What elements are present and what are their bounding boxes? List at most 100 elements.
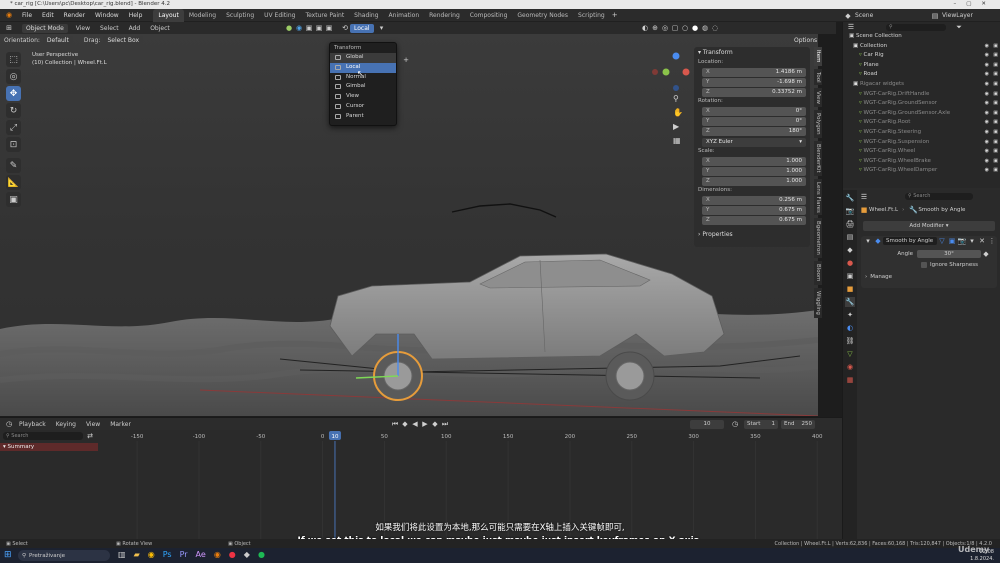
pivot-icon[interactable]: ● [284, 23, 294, 33]
current-frame-field[interactable]: 10 [690, 419, 724, 429]
visibility-eye-icon[interactable]: ◉ [985, 138, 989, 148]
visibility-eye-icon[interactable]: ◉ [985, 99, 989, 109]
orientation-option-parent[interactable]: Parent [330, 112, 396, 122]
dimensions-x-field[interactable]: X 0.256 m [702, 196, 806, 205]
start-frame-field[interactable]: Start 1 [744, 419, 778, 429]
render-camera-icon[interactable]: ▣ [993, 80, 998, 90]
mode-selector[interactable]: Object Mode [22, 23, 68, 33]
data-props-icon[interactable]: ▽ [845, 349, 855, 359]
clock-icon[interactable]: ◷ [730, 419, 740, 429]
visibility-eye-icon[interactable]: ◉ [985, 118, 989, 128]
app-red-icon[interactable]: ● [229, 550, 236, 559]
modifier-name-field[interactable]: Smooth by Angle [883, 237, 937, 245]
summary-channel[interactable]: ▾ Summary [0, 443, 98, 451]
sidebar-tab-bloom[interactable]: Bloom [814, 261, 822, 285]
properties-subpanel-header[interactable]: › Properties [694, 229, 810, 240]
sidebar-tab-lens-flares[interactable]: Lens Flares [814, 178, 822, 216]
visibility-eye-icon[interactable]: ◉ [985, 42, 989, 52]
workspace-tab-sculpting[interactable]: Sculpting [221, 9, 259, 22]
viewport-display-icon[interactable]: ▣ [947, 236, 957, 246]
timeline-search-input[interactable]: ⚲ Search [3, 432, 83, 440]
camera-view-icon[interactable]: ▶ [673, 120, 683, 134]
outliner-row[interactable]: ▿ Plane ◉ ▣ [843, 61, 1000, 71]
filter-icon[interactable]: ⏷ [954, 22, 964, 32]
orientation-option-view[interactable]: View [330, 92, 396, 102]
visibility-eye-icon[interactable]: ◉ [985, 147, 989, 157]
rotation-z-field[interactable]: Z 180° [702, 127, 806, 136]
timeline-menu-playback[interactable]: Playback [14, 421, 51, 428]
shading-rendered-icon[interactable]: ◌ [710, 23, 720, 33]
collection-props-icon[interactable]: ▣ [845, 271, 855, 281]
render-camera-icon[interactable]: ▣ [993, 109, 998, 119]
dimensions-z-field[interactable]: Z 0.675 m [702, 216, 806, 225]
rotation-mode-selector[interactable]: XYZ Euler ▾ [702, 138, 806, 147]
object-props-icon[interactable]: ■ [845, 284, 855, 294]
add-orientation-icon[interactable]: + [401, 55, 411, 65]
outliner-row[interactable]: ▿ WGT-CarRig.Root ◉ ▣ [843, 118, 1000, 128]
rotate-tool-icon[interactable]: ↻ [6, 103, 21, 118]
texture-props-icon[interactable]: ▦ [845, 375, 855, 385]
blender-taskbar-icon[interactable]: ◉ [214, 550, 221, 559]
properties-editor-icon[interactable]: ☰ [859, 192, 869, 202]
render-camera-icon[interactable]: ▣ [993, 90, 998, 100]
sidebar-tab-view[interactable]: View [814, 88, 822, 108]
chrome-icon[interactable]: ◉ [148, 550, 155, 559]
select-mode-subtract-icon[interactable]: ▣ [324, 23, 334, 33]
select-mode-icon[interactable]: ▣ [304, 23, 314, 33]
location-z-field[interactable]: Z 0.33752 m [702, 88, 806, 97]
workspace-tab-compositing[interactable]: Compositing [465, 9, 513, 22]
particles-props-icon[interactable]: ✦ [845, 310, 855, 320]
outliner-row[interactable]: ▿ WGT-CarRig.WheelBrake ◉ ▣ [843, 157, 1000, 167]
render-camera-icon[interactable]: ▣ [993, 42, 998, 52]
visibility-icon[interactable]: ◐ [640, 23, 650, 33]
shading-solid-icon[interactable]: ● [690, 23, 700, 33]
outliner-search-input[interactable]: ⚲ [886, 23, 946, 31]
blender-logo-icon[interactable]: ◉ [4, 10, 14, 20]
gizmo-icon[interactable]: ⊕ [650, 23, 660, 33]
output-props-icon[interactable]: 🖨 [845, 219, 855, 229]
window-controls[interactable]: –▢✕ [953, 0, 996, 9]
outliner-editor-icon[interactable]: ☰ [846, 22, 856, 32]
snap-icon[interactable]: ◉ [294, 23, 304, 33]
menu-render[interactable]: Render [59, 9, 90, 22]
material-props-icon[interactable]: ◉ [845, 362, 855, 372]
view-layer-selector[interactable]: ▤ ViewLayer [930, 10, 973, 21]
pan-hand-icon[interactable]: ✋ [673, 106, 683, 120]
modifier-dropdown-icon[interactable]: ▾ [967, 236, 977, 246]
remove-modifier-icon[interactable]: ✕ [977, 236, 987, 246]
outliner-row[interactable]: ▿ WGT-CarRig.GroundSensor ◉ ▣ [843, 99, 1000, 109]
next-keyframe-icon[interactable]: ◆ [430, 419, 440, 429]
sidebar-tab-wiggling[interactable]: Wiggling [814, 287, 822, 318]
viewport-menu-object[interactable]: Object [145, 25, 175, 32]
select-mode-extend-icon[interactable]: ▣ [314, 23, 324, 33]
properties-search-input[interactable]: ⚲ Search [905, 193, 973, 200]
render-camera-icon[interactable]: ▣ [993, 118, 998, 128]
modifier-props-icon[interactable]: 🔧 [845, 297, 855, 307]
annotate-tool-icon[interactable]: ✎ [6, 158, 21, 173]
render-camera-icon[interactable]: ▣ [993, 147, 998, 157]
add-workspace-icon[interactable]: + [610, 10, 620, 20]
menu-window[interactable]: Window [90, 9, 124, 22]
viewport-menu-view[interactable]: View [71, 25, 95, 32]
view-layer-props-icon[interactable]: ▤ [845, 232, 855, 242]
orientation-option-cursor[interactable]: Cursor [330, 102, 396, 112]
task-view-icon[interactable]: ▥ [118, 550, 126, 559]
workspace-tab-geometry-nodes[interactable]: Geometry Nodes [512, 9, 573, 22]
render-camera-icon[interactable]: ▣ [993, 99, 998, 109]
workspace-tab-rendering[interactable]: Rendering [424, 9, 465, 22]
scale-y-field[interactable]: Y 1.000 [702, 167, 806, 176]
menu-file[interactable]: File [17, 9, 37, 22]
render-display-icon[interactable]: 📷 [957, 236, 967, 246]
scene-selector[interactable]: ◆ Scene [843, 10, 873, 21]
outliner-row[interactable]: ▿ WGT-CarRig.Suspension ◉ ▣ [843, 138, 1000, 148]
outliner-row[interactable]: ▣ Rigacar widgets ◉ ▣ [843, 80, 1000, 90]
prev-keyframe-icon[interactable]: ◆ [400, 419, 410, 429]
render-camera-icon[interactable]: ▣ [993, 128, 998, 138]
edit-mode-icon[interactable]: ▽ [937, 236, 947, 246]
add-modifier-button[interactable]: Add Modifier ▾ [863, 221, 995, 231]
app-generic-icon[interactable]: ◆ [244, 550, 250, 559]
shading-material-icon[interactable]: ◍ [700, 23, 710, 33]
workspace-tab-layout[interactable]: Layout [153, 8, 184, 22]
viewport-menu-add[interactable]: Add [124, 25, 146, 32]
app-green-icon[interactable]: ● [258, 550, 265, 559]
